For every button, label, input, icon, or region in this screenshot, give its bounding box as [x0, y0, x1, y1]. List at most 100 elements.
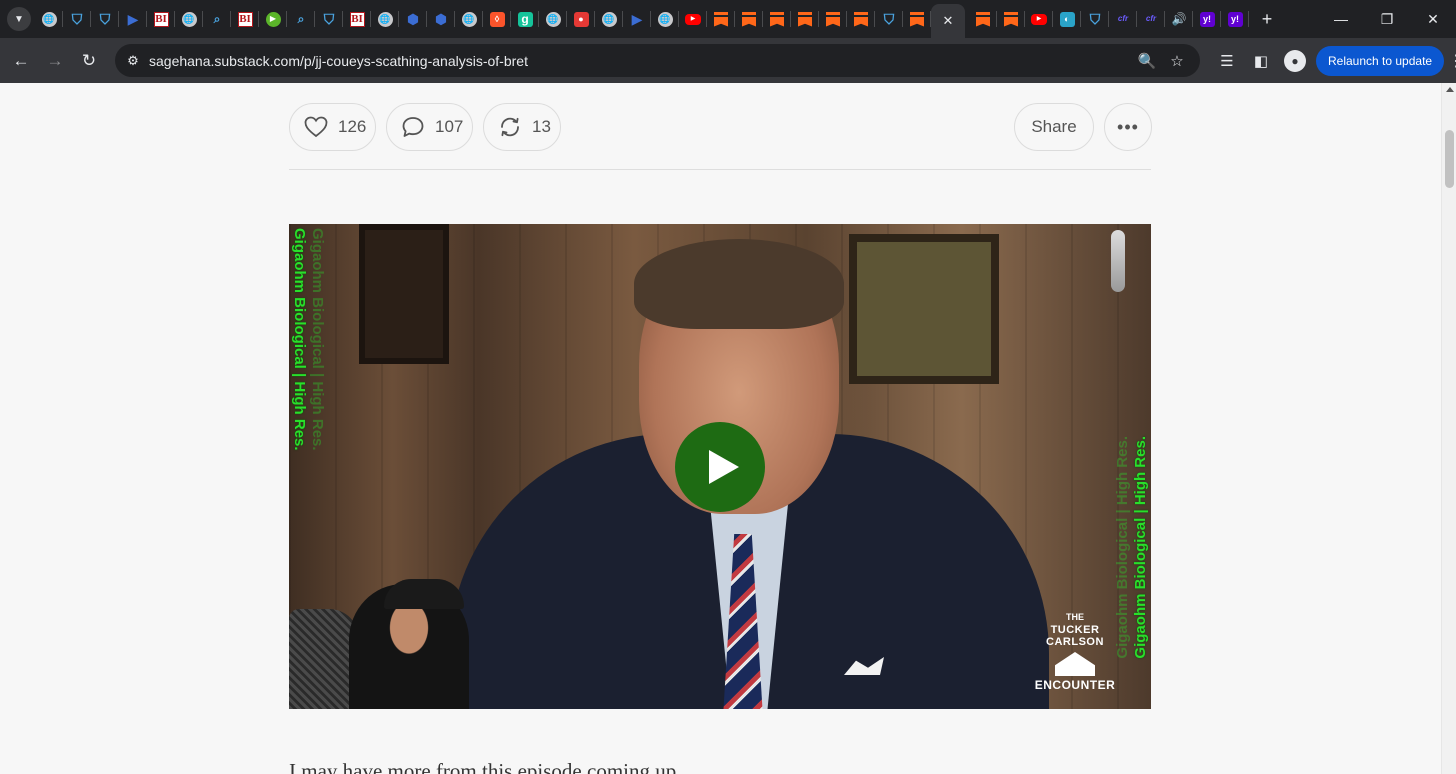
- browser-tab[interactable]: ⌕: [203, 0, 231, 38]
- browser-tab[interactable]: 🌐: [175, 0, 203, 38]
- substack-icon: [742, 11, 756, 27]
- url-text[interactable]: sagehana.substack.com/p/jj-coueys-scathi…: [149, 53, 528, 69]
- show-logo-name: TUCKER CARLSON: [1046, 624, 1104, 648]
- browser-tab[interactable]: ▶: [259, 0, 287, 38]
- substack-icon: [854, 11, 868, 27]
- video-embed[interactable]: Gigaohm Biological | High Res. Gigaohm B…: [289, 224, 1151, 709]
- browser-tab[interactable]: ◐: [1053, 0, 1081, 38]
- substack-icon: [714, 11, 728, 27]
- browser-tab[interactable]: [903, 0, 931, 38]
- tab-list-after: ▶ ◐ ⛉ cfr cfr 🔊 y! y!: [969, 0, 1249, 38]
- g-icon: g: [517, 11, 533, 27]
- zoom-icon[interactable]: 🔍: [1132, 52, 1162, 70]
- page-scrollbar[interactable]: [1441, 83, 1456, 774]
- browser-tab[interactable]: 🌐: [455, 0, 483, 38]
- minimize-icon[interactable]: —: [1318, 0, 1364, 38]
- browser-tab[interactable]: ▶: [623, 0, 651, 38]
- speaker-icon: 🔊: [1171, 12, 1187, 26]
- globe-icon: 🌐: [181, 11, 197, 27]
- video-wall-frame-left: [359, 224, 449, 364]
- video-watermark-left: Gigaohm Biological | High Res.: [291, 228, 308, 451]
- scroll-up-arrow-icon[interactable]: [1446, 87, 1454, 92]
- forward-button[interactable]: →: [38, 44, 72, 78]
- browser-tab[interactable]: [847, 0, 875, 38]
- browser-tab[interactable]: [969, 0, 997, 38]
- new-tab-button[interactable]: +: [1255, 7, 1279, 31]
- browser-tab[interactable]: [735, 0, 763, 38]
- brave-icon: ◊: [489, 11, 505, 27]
- browser-tab[interactable]: ⛉: [1081, 0, 1109, 38]
- site-info-icon[interactable]: ⚙: [123, 53, 143, 69]
- like-button[interactable]: 126: [289, 103, 376, 151]
- browser-tab[interactable]: [707, 0, 735, 38]
- close-window-icon[interactable]: ✕: [1410, 0, 1456, 38]
- side-panel-icon[interactable]: ◧: [1244, 52, 1278, 70]
- cabin-icon: [1055, 652, 1095, 676]
- video-watermark-left-ghost: Gigaohm Biological | High Res.: [309, 228, 326, 451]
- browser-tab[interactable]: ⌕: [287, 0, 315, 38]
- browser-tab[interactable]: 🌐: [651, 0, 679, 38]
- browser-tab[interactable]: BI: [147, 0, 175, 38]
- browser-tab[interactable]: cfr: [1109, 0, 1137, 38]
- heart-icon: [304, 116, 328, 138]
- microphone-icon: ●: [573, 11, 589, 27]
- browser-tab[interactable]: 🌐: [35, 0, 63, 38]
- browser-tab[interactable]: ◊: [483, 0, 511, 38]
- browser-tab[interactable]: [819, 0, 847, 38]
- play-button[interactable]: [675, 422, 765, 512]
- browser-tab[interactable]: [791, 0, 819, 38]
- relaunch-button[interactable]: Relaunch to update: [1316, 45, 1445, 76]
- reload-icon: ↻: [81, 50, 97, 70]
- bi-icon: BI: [349, 11, 365, 27]
- share-button[interactable]: Share: [1014, 103, 1094, 151]
- microphone-logo-icon: [1111, 230, 1125, 292]
- reading-list-icon[interactable]: ☰: [1210, 52, 1244, 70]
- restore-icon[interactable]: ❐: [1364, 0, 1410, 38]
- browser-tab[interactable]: 🌐: [539, 0, 567, 38]
- browser-tab[interactable]: g: [511, 0, 539, 38]
- menu-kebab-icon[interactable]: ⋮: [1446, 51, 1456, 71]
- active-tab[interactable]: ✕: [931, 4, 965, 38]
- browser-tab[interactable]: ⛉: [875, 0, 903, 38]
- close-icon[interactable]: ✕: [943, 13, 954, 29]
- browser-tab[interactable]: ⛉: [315, 0, 343, 38]
- more-options-button[interactable]: •••: [1104, 103, 1152, 151]
- profile-avatar-icon[interactable]: ●: [1284, 49, 1306, 72]
- browser-tab[interactable]: ▶: [119, 0, 147, 38]
- browser-tab[interactable]: y!: [1221, 0, 1249, 38]
- browser-tab[interactable]: ▶: [1025, 0, 1053, 38]
- comment-count: 107: [435, 117, 464, 136]
- browser-tab[interactable]: ●: [567, 0, 595, 38]
- browser-tab[interactable]: 🔊: [1165, 0, 1193, 38]
- comment-button[interactable]: 107: [386, 103, 473, 151]
- browser-tab[interactable]: ⬢: [427, 0, 455, 38]
- tab-strip: ▼ 🌐 ⛉ ⛉ ▶ BI 🌐 ⌕ BI ▶ ⌕ ⛉ BI 🌐 ⬢ ⬢ 🌐 ◊ g 🌐 ● 🌐 ▶ 🌐 ▶ ⛉ ✕ ▶ ◐ ⛉ cfr c…: [0, 0, 1456, 38]
- show-logo: THE TUCKER CARLSON ENCOUNTER: [1027, 612, 1123, 692]
- restack-button[interactable]: 13: [483, 103, 561, 151]
- magnifier-icon: ⌕: [297, 12, 305, 26]
- globe-icon: 🌐: [601, 11, 617, 27]
- browser-tab[interactable]: ⛉: [91, 0, 119, 38]
- browser-tab[interactable]: [997, 0, 1025, 38]
- browser-tab[interactable]: ⛉: [63, 0, 91, 38]
- back-button[interactable]: ←: [4, 44, 38, 78]
- browser-tab[interactable]: BI: [231, 0, 259, 38]
- comment-bubble-icon: [402, 117, 424, 137]
- browser-tab[interactable]: BI: [343, 0, 371, 38]
- restack-icon: [501, 117, 519, 137]
- reload-button[interactable]: ↻: [72, 44, 106, 78]
- bookmark-star-icon[interactable]: ☆: [1162, 52, 1192, 70]
- restack-count: 13: [532, 117, 551, 136]
- address-bar[interactable]: ⚙ sagehana.substack.com/p/jj-coueys-scat…: [115, 44, 1200, 77]
- gear-icon: ⬢: [434, 11, 448, 27]
- browser-tab[interactable]: ⬢: [399, 0, 427, 38]
- substack-icon: [910, 11, 924, 27]
- browser-tab[interactable]: cfr: [1137, 0, 1165, 38]
- browser-tab[interactable]: 🌐: [371, 0, 399, 38]
- tab-search-button[interactable]: ▼: [7, 7, 31, 31]
- browser-tab[interactable]: y!: [1193, 0, 1221, 38]
- scrollbar-thumb[interactable]: [1445, 130, 1454, 188]
- browser-tab[interactable]: 🌐: [595, 0, 623, 38]
- browser-tab[interactable]: [763, 0, 791, 38]
- browser-tab[interactable]: ▶: [679, 0, 707, 38]
